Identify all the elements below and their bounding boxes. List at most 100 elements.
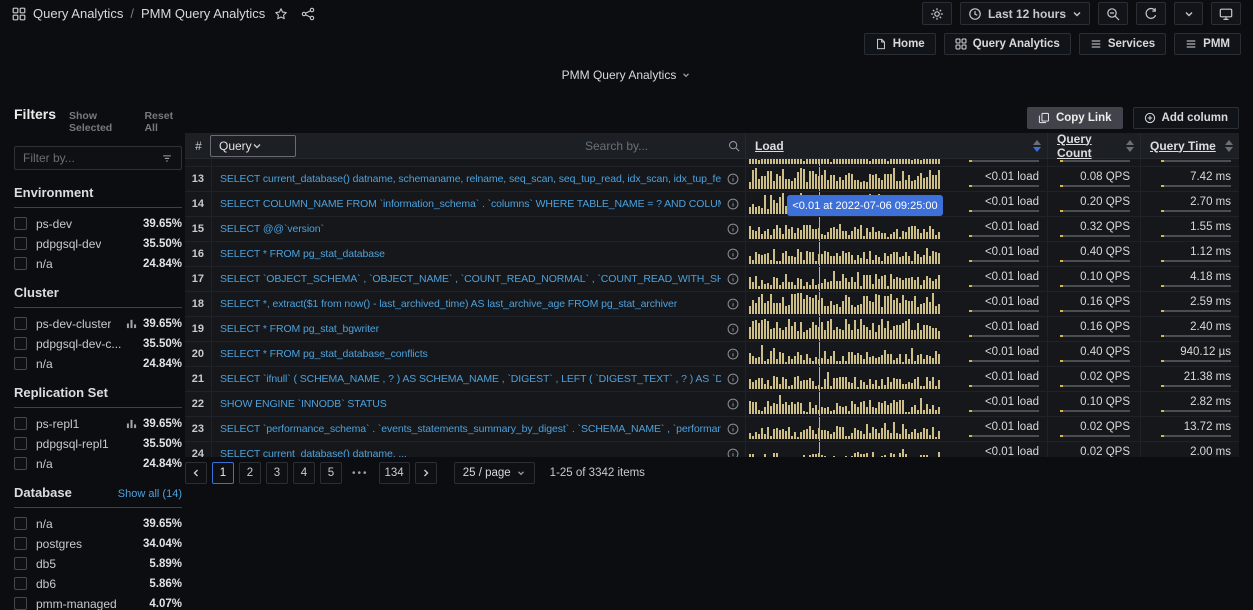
query-analytics-button[interactable]: Query Analytics: [944, 33, 1071, 55]
copy-link-button[interactable]: Copy Link: [1027, 107, 1123, 129]
load-sparkline[interactable]: [749, 418, 949, 439]
sparkline-bar: [767, 359, 769, 364]
add-column-button[interactable]: Add column: [1133, 107, 1239, 129]
load-sparkline[interactable]: [749, 393, 949, 414]
info-icon[interactable]: [727, 273, 739, 285]
sparkline-bar: [893, 400, 895, 414]
breadcrumb-section[interactable]: Query Analytics: [33, 6, 123, 21]
star-icon[interactable]: [274, 7, 288, 21]
column-header-query-time[interactable]: Query Time: [1140, 133, 1239, 158]
load-sparkline[interactable]: [749, 443, 949, 457]
page-button[interactable]: 3: [266, 462, 288, 484]
filter-checkbox[interactable]: [14, 337, 27, 350]
reset-all-button[interactable]: Reset All: [144, 110, 182, 134]
sparkline-bar: [761, 411, 763, 414]
filter-checkbox[interactable]: [14, 577, 27, 590]
load-sparkline[interactable]: [749, 168, 949, 189]
load-cell: <0.01 load: [745, 242, 1047, 266]
info-icon[interactable]: [727, 448, 739, 457]
sparkline-bar: [857, 430, 859, 439]
info-icon[interactable]: [727, 173, 739, 185]
dashboard-settings-button[interactable]: [922, 2, 952, 25]
load-sparkline[interactable]: [749, 159, 949, 164]
home-button[interactable]: Home: [864, 33, 936, 55]
page-size-label: 25 / page: [463, 467, 511, 479]
filter-checkbox[interactable]: [14, 217, 27, 230]
page-size-select[interactable]: 25 / page: [454, 462, 535, 484]
load-sparkline[interactable]: [749, 268, 949, 289]
filter-checkbox[interactable]: [14, 597, 27, 610]
query-link[interactable]: SELECT `performance_schema` . `events_st…: [220, 423, 721, 435]
kiosk-mode-button[interactable]: [1211, 2, 1241, 25]
query-link[interactable]: SELECT `ifnull` ( SCHEMA_NAME , ? ) AS S…: [220, 373, 721, 385]
bar-chart-icon[interactable]: [126, 318, 137, 329]
filter-checkbox[interactable]: [14, 437, 27, 450]
query-link[interactable]: SELECT * FROM pg_stat_bgwriter: [220, 323, 721, 335]
info-icon[interactable]: [727, 398, 739, 410]
filter-checkbox[interactable]: [14, 257, 27, 270]
load-sparkline[interactable]: [749, 293, 949, 314]
page-button[interactable]: 5: [320, 462, 342, 484]
filter-checkbox[interactable]: [14, 417, 27, 430]
query-link[interactable]: SELECT current_database() datname, schem…: [220, 173, 721, 185]
page-button[interactable]: 4: [293, 462, 315, 484]
refresh-button[interactable]: [1136, 2, 1166, 25]
query-link[interactable]: SELECT *, extract($1 from now() - last_a…: [220, 298, 721, 310]
load-sparkline[interactable]: [749, 218, 949, 239]
info-icon[interactable]: [727, 198, 739, 210]
query-link[interactable]: SELECT * FROM pg_stat_database_conflicts: [220, 348, 721, 360]
sparkline-bar: [902, 449, 904, 457]
search-icon[interactable]: [728, 140, 740, 152]
last-page-button[interactable]: 134: [379, 462, 410, 484]
query-link[interactable]: SELECT current_database() datname, ...: [220, 448, 721, 457]
show-all-link[interactable]: Show all (14): [118, 488, 182, 500]
time-range-picker[interactable]: Last 12 hours: [960, 2, 1090, 25]
filter-checkbox[interactable]: [14, 317, 27, 330]
filter-checkbox[interactable]: [14, 457, 27, 470]
apps-grid-icon[interactable]: [12, 7, 26, 21]
info-icon[interactable]: [727, 348, 739, 360]
bar-chart-icon[interactable]: [126, 418, 137, 429]
sparkline-bar: [842, 251, 844, 264]
refresh-interval-dropdown[interactable]: [1174, 2, 1203, 25]
load-sparkline[interactable]: [749, 318, 949, 339]
panel-title[interactable]: PMM Query Analytics: [562, 68, 692, 82]
info-icon[interactable]: [727, 248, 739, 260]
query-link[interactable]: SELECT * FROM pg_stat_database: [220, 248, 721, 260]
load-sparkline[interactable]: [749, 243, 949, 264]
filter-checkbox[interactable]: [14, 357, 27, 370]
show-selected-button[interactable]: Show Selected: [69, 110, 131, 134]
page-button[interactable]: 2: [239, 462, 261, 484]
query-column-dropdown[interactable]: Query: [210, 135, 296, 157]
prev-page-button[interactable]: [185, 462, 207, 484]
filter-checkbox[interactable]: [14, 517, 27, 530]
query-link[interactable]: SHOW ENGINE `INNODB` STATUS: [220, 398, 721, 410]
filter-checkbox[interactable]: [14, 237, 27, 250]
filter-checkbox[interactable]: [14, 537, 27, 550]
info-icon[interactable]: [727, 373, 739, 385]
filter-search-input[interactable]: [23, 151, 161, 165]
services-button[interactable]: Services: [1079, 33, 1166, 55]
filter-item-label: ps-dev: [36, 217, 72, 231]
sparkline-bar: [863, 252, 865, 265]
sparkline-bar: [932, 377, 934, 390]
load-sparkline[interactable]: [749, 368, 949, 389]
column-header-load[interactable]: Load: [745, 133, 1047, 158]
query-link[interactable]: SELECT @@`version`: [220, 223, 721, 235]
share-icon[interactable]: [301, 7, 315, 21]
info-icon[interactable]: [727, 298, 739, 310]
query-link[interactable]: SELECT COLUMN_NAME FROM `information_sch…: [220, 198, 721, 210]
zoom-out-button[interactable]: [1098, 2, 1128, 25]
info-icon[interactable]: [727, 323, 739, 335]
info-icon[interactable]: [727, 223, 739, 235]
search-input[interactable]: [585, 139, 725, 153]
load-sparkline[interactable]: [749, 343, 949, 364]
column-header-query-count[interactable]: Query Count: [1047, 133, 1140, 158]
info-icon[interactable]: [727, 423, 739, 435]
filter-checkbox[interactable]: [14, 557, 27, 570]
query-link[interactable]: SELECT `OBJECT_SCHEMA` , `OBJECT_NAME` ,…: [220, 273, 721, 285]
page-button[interactable]: 1: [212, 462, 234, 484]
next-page-button[interactable]: [415, 462, 437, 484]
sparkline-bar: [806, 429, 808, 439]
pmm-button[interactable]: PMM: [1174, 33, 1241, 55]
